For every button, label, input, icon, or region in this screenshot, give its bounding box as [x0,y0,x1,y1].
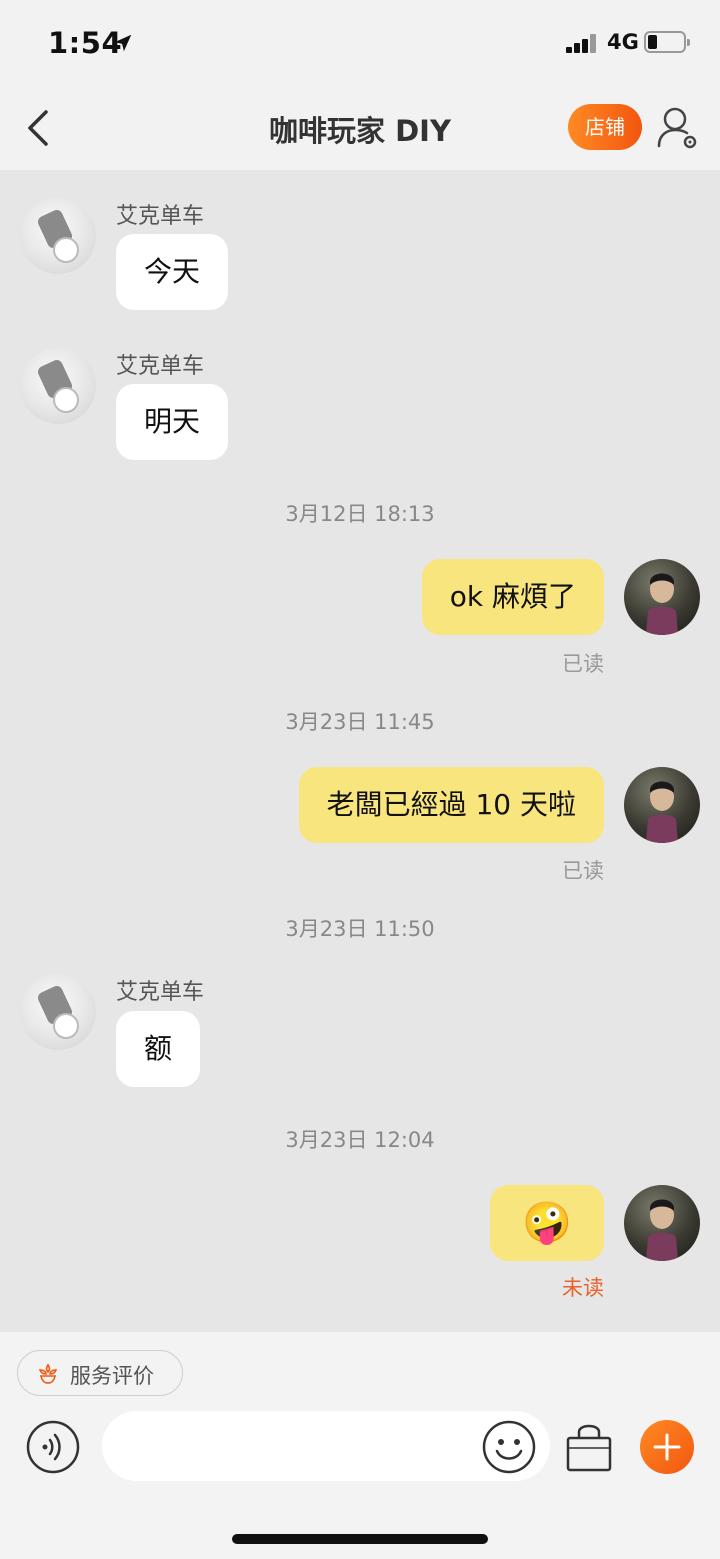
outgoing-bubble[interactable]: 老闆已經過 10 天啦 [298,767,604,843]
user-settings-icon[interactable] [656,104,700,152]
user-avatar[interactable] [624,767,700,843]
shop-avatar[interactable] [20,974,96,1050]
outgoing-bubble[interactable]: ok 麻煩了 [421,559,604,635]
battery-icon [644,31,690,53]
input-panel: 服务评价 [0,1332,720,1559]
nav-bar: 咖啡玩家 DIY 店铺 [0,88,720,170]
service-rating-button[interactable]: 服务评价 [17,1350,183,1396]
voice-icon[interactable] [26,1420,80,1474]
signal-icon [566,33,602,53]
unread-status: 未读 [562,1276,604,1300]
location-arrow-icon [114,34,132,52]
sender-name: 艾克单车 [116,980,205,1005]
incoming-bubble[interactable]: 明天 [116,384,229,460]
timestamp: 3月23日 11:50 [285,917,435,941]
sender-name: 艾克单车 [116,204,205,229]
read-status: 已读 [562,652,604,676]
shop-avatar[interactable] [20,198,96,274]
plus-button[interactable] [640,1420,694,1474]
read-status: 已读 [562,859,604,883]
sender-name: 艾克单车 [116,354,205,379]
rating-flower-icon [38,1363,58,1384]
emoji-icon[interactable] [482,1420,536,1474]
timestamp: 3月23日 12:04 [285,1128,435,1152]
status-bar: 1:54 4G [0,0,720,88]
user-avatar[interactable] [624,1185,700,1261]
timestamp: 3月12日 18:13 [285,502,435,526]
rating-label: 服务评价 [70,1364,154,1388]
plus-icon [653,1433,681,1461]
shopping-bag-icon[interactable] [564,1420,614,1474]
timestamp: 3月23日 11:45 [285,710,435,734]
user-avatar[interactable] [624,559,700,635]
shop-button[interactable]: 店铺 [568,104,642,150]
shop-avatar[interactable] [20,348,96,424]
incoming-bubble[interactable]: 额 [116,1011,201,1087]
network-label: 4G [607,30,639,54]
chat-area: 艾克单车 今天 艾克单车 明天 3月12日 18:13 ok 麻煩了 已读 3月… [0,170,720,1332]
incoming-bubble[interactable]: 今天 [116,234,229,310]
home-indicator[interactable] [232,1534,488,1544]
outgoing-emoji-bubble[interactable]: 🤪 [490,1185,604,1261]
